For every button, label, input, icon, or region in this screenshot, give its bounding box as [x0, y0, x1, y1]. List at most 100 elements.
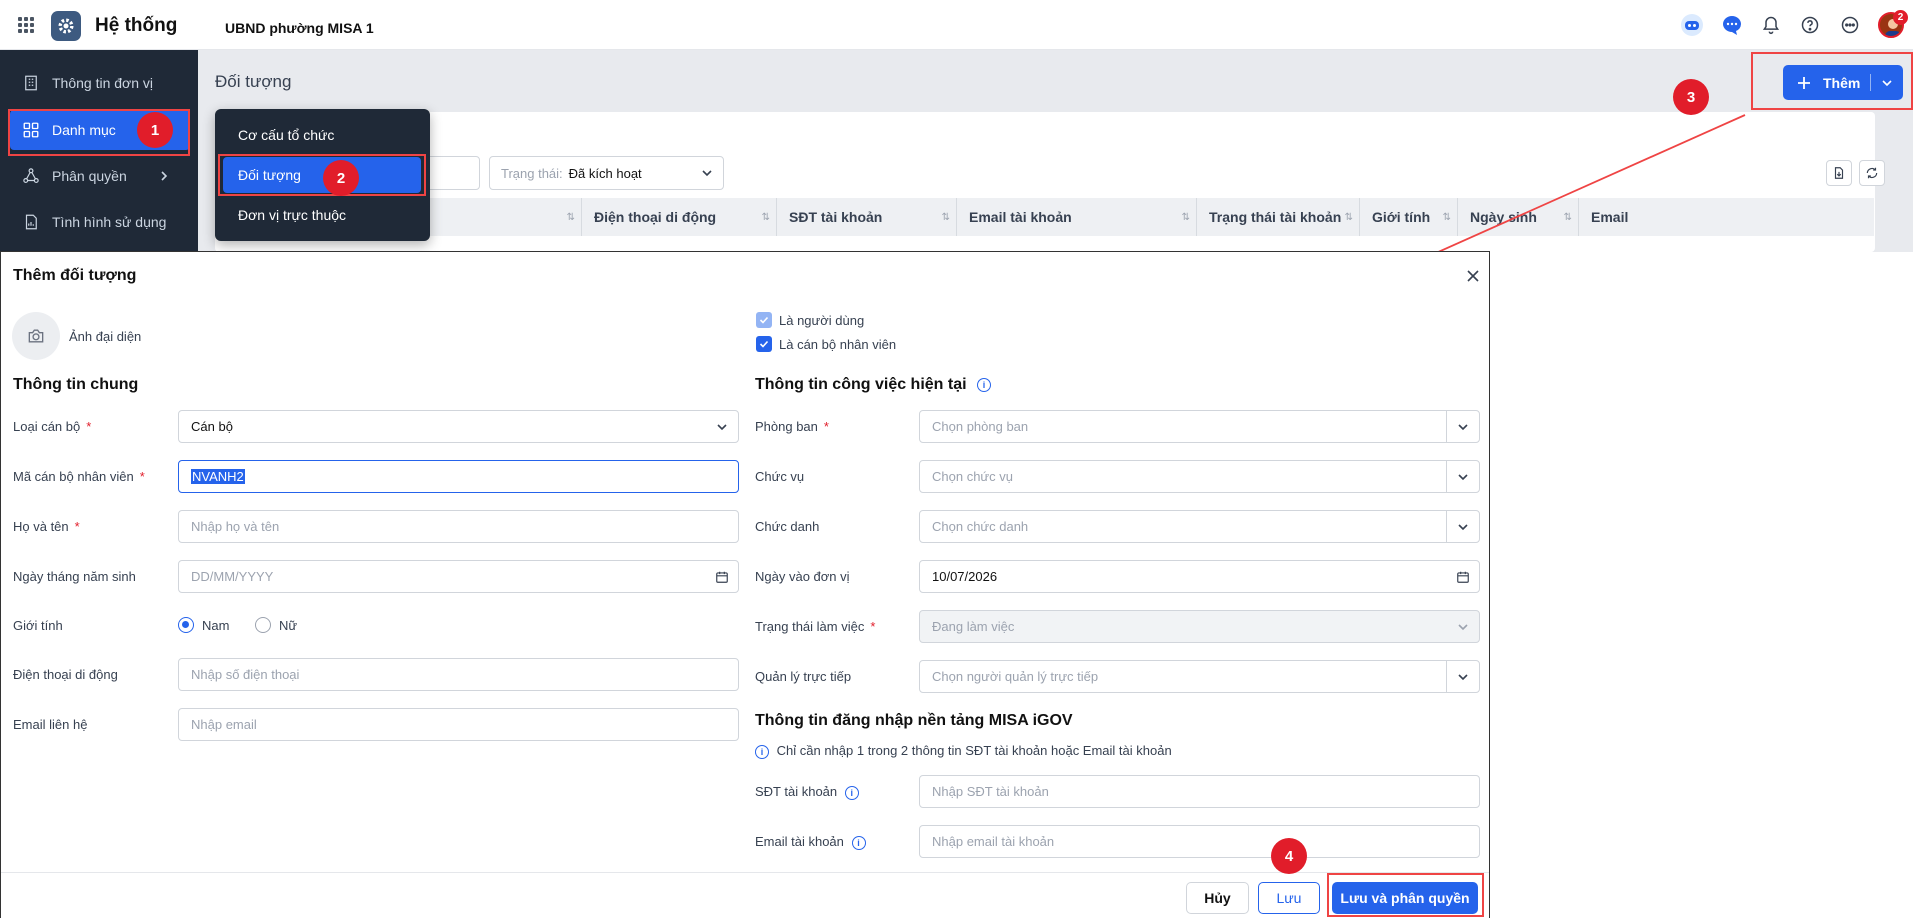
- column-header[interactable]: SĐT tài khoản ⇅: [777, 198, 957, 236]
- gender-male-label: Nam: [202, 618, 230, 633]
- column-header[interactable]: Email tài khoản ⇅: [957, 198, 1197, 236]
- column-header[interactable]: Ngày sinh ⇅: [1458, 198, 1579, 236]
- column-header[interactable]: Giới tính ⇅: [1360, 198, 1458, 236]
- camera-icon: [28, 329, 44, 343]
- avatar-upload[interactable]: [12, 312, 60, 360]
- gender-female-label: Nữ: [279, 618, 298, 633]
- is-staff-label: Là cán bộ nhân viên: [779, 337, 897, 352]
- birth-date-input[interactable]: DD/MM/YYYY: [178, 560, 739, 593]
- is-staff-checkbox[interactable]: [756, 336, 772, 352]
- chevron-down-icon: [1458, 673, 1468, 680]
- settings-logo-icon: [51, 11, 81, 41]
- sidebar-item-unit-info[interactable]: Thông tin đơn vị: [10, 63, 190, 103]
- export-icon[interactable]: [1826, 160, 1852, 186]
- column-header[interactable]: Điện thoại di động ⇅: [582, 198, 777, 236]
- close-icon[interactable]: [1463, 266, 1483, 286]
- status-filter-label: Trạng thái:: [501, 165, 563, 181]
- step-badge: 1: [137, 112, 173, 148]
- app-launcher-icon[interactable]: [18, 17, 34, 33]
- org-name[interactable]: UBND phường MISA 1: [225, 20, 374, 36]
- birth-date-label: Ngày tháng năm sinh: [13, 569, 136, 584]
- mobile-phone-input[interactable]: Nhập số điện thoại: [178, 658, 739, 691]
- job-title-select[interactable]: Chọn chức danh: [919, 510, 1480, 543]
- dialog-title: Thêm đối tượng: [13, 267, 137, 284]
- join-date-input[interactable]: 10/07/2026: [919, 560, 1480, 593]
- column-header[interactable]: Email: [1579, 198, 1874, 236]
- status-filter[interactable]: Trạng thái: Đã kích hoạt: [489, 156, 724, 190]
- is-user-checkbox[interactable]: [756, 312, 772, 328]
- save-button[interactable]: Lưu: [1258, 882, 1320, 914]
- cancel-button[interactable]: Hủy: [1186, 882, 1249, 914]
- login-note: i Chỉ cần nhập 1 trong 2 thông tin SĐT t…: [755, 743, 1172, 759]
- bell-icon[interactable]: [1760, 14, 1782, 36]
- account-phone-label: SĐT tài khoản i: [755, 784, 859, 800]
- refresh-icon[interactable]: [1859, 160, 1885, 186]
- chevron-down-icon: [1458, 523, 1468, 530]
- table-header: ⇅ Điện thoại di động ⇅ SĐT tài khoản ⇅ Ema…: [232, 198, 1874, 236]
- staff-type-label: Loại cán bộ *: [13, 419, 92, 434]
- chat-icon[interactable]: [1721, 14, 1743, 36]
- job-title-label: Chức danh: [755, 519, 820, 534]
- staff-code-label: Mã cán bộ nhân viên *: [13, 469, 145, 484]
- chevron-down-icon: [702, 170, 712, 177]
- mobile-phone-label: Điện thoại di động: [13, 667, 118, 682]
- chevron-right-icon: [161, 171, 168, 181]
- building-icon: [25, 75, 37, 91]
- contact-email-input[interactable]: Nhập email: [178, 708, 739, 741]
- share-nodes-icon: [23, 168, 39, 183]
- calendar-icon: [715, 571, 728, 583]
- chevron-down-icon: [716, 423, 727, 430]
- sidebar-item-permissions[interactable]: Phân quyền: [10, 156, 190, 196]
- app-title: Hệ thống: [95, 15, 178, 36]
- full-name-label: Họ và tên *: [13, 519, 80, 534]
- help-icon[interactable]: [1799, 14, 1821, 36]
- avatar-label: Ảnh đại diện: [69, 329, 142, 344]
- sidebar-item-label: Thông tin đơn vị: [52, 75, 154, 91]
- info-icon: i: [851, 835, 866, 850]
- dialog-footer: Hủy Lưu Lưu và phân quyền: [1, 872, 1489, 918]
- menu-item-subordinate-units[interactable]: Đơn vị trực thuộc: [223, 197, 421, 233]
- full-name-input[interactable]: Nhập họ và tên: [178, 510, 739, 543]
- position-label: Chức vụ: [755, 469, 805, 484]
- account-phone-input[interactable]: Nhập SĐT tài khoản: [919, 775, 1480, 808]
- highlight-box: [218, 154, 426, 196]
- department-label: Phòng ban *: [755, 419, 829, 434]
- column-header[interactable]: Trạng thái tài khoản ⇅: [1197, 198, 1360, 236]
- gender-male-radio[interactable]: [178, 617, 194, 633]
- work-info-heading: Thông tin công việc hiện tại i: [755, 376, 992, 394]
- more-icon[interactable]: [1839, 14, 1861, 36]
- direct-manager-label: Quản lý trực tiếp: [755, 669, 852, 684]
- position-select[interactable]: Chọn chức vụ: [919, 460, 1480, 493]
- login-info-heading: Thông tin đăng nhập nền tảng MISA iGOV: [755, 712, 1073, 729]
- work-status-select: Đang làm việc: [919, 610, 1480, 643]
- add-subject-dialog: Thêm đối tượng Ảnh đại diện Là người dùn…: [0, 251, 1490, 918]
- sidebar-item-usage[interactable]: Tình hình sử dụng: [10, 202, 190, 242]
- top-bar: Hệ thống UBND phường MISA 1 2: [0, 0, 1913, 50]
- staff-code-input[interactable]: NVANH2: [178, 460, 739, 493]
- gender-label: Giới tính: [13, 618, 63, 633]
- department-select[interactable]: Chọn phòng ban: [919, 410, 1480, 443]
- menu-item-org-structure[interactable]: Cơ cấu tổ chức: [223, 117, 421, 153]
- highlight-box: [1751, 52, 1913, 110]
- gender-female-radio[interactable]: [255, 617, 271, 633]
- account-email-input[interactable]: Nhập email tài khoản: [919, 825, 1480, 858]
- notification-badge: 2: [1893, 10, 1908, 25]
- sidebar-item-label: Phân quyền: [52, 168, 127, 184]
- chevron-down-icon: [1457, 623, 1468, 630]
- account-email-label: Email tài khoản i: [755, 834, 866, 850]
- highlight-box: [1327, 873, 1484, 917]
- info-icon: i: [844, 785, 859, 800]
- assistant-icon[interactable]: [1681, 14, 1703, 36]
- is-user-label: Là người dùng: [779, 313, 865, 328]
- staff-type-select[interactable]: Cán bộ: [178, 410, 739, 443]
- status-filter-value: Đã kích hoạt: [568, 165, 642, 181]
- sidebar-item-label: Tình hình sử dụng: [52, 214, 167, 230]
- step-badge: 4: [1271, 838, 1307, 874]
- join-date-label: Ngày vào đơn vị: [755, 569, 850, 584]
- chevron-down-icon: [1458, 473, 1468, 480]
- work-status-label: Trạng thái làm việc *: [755, 619, 876, 634]
- calendar-icon: [1456, 571, 1469, 583]
- contact-email-label: Email liên hệ: [13, 717, 88, 732]
- direct-manager-select[interactable]: Chọn người quản lý trực tiếp: [919, 660, 1480, 693]
- page-title: Đối tượng: [215, 72, 292, 91]
